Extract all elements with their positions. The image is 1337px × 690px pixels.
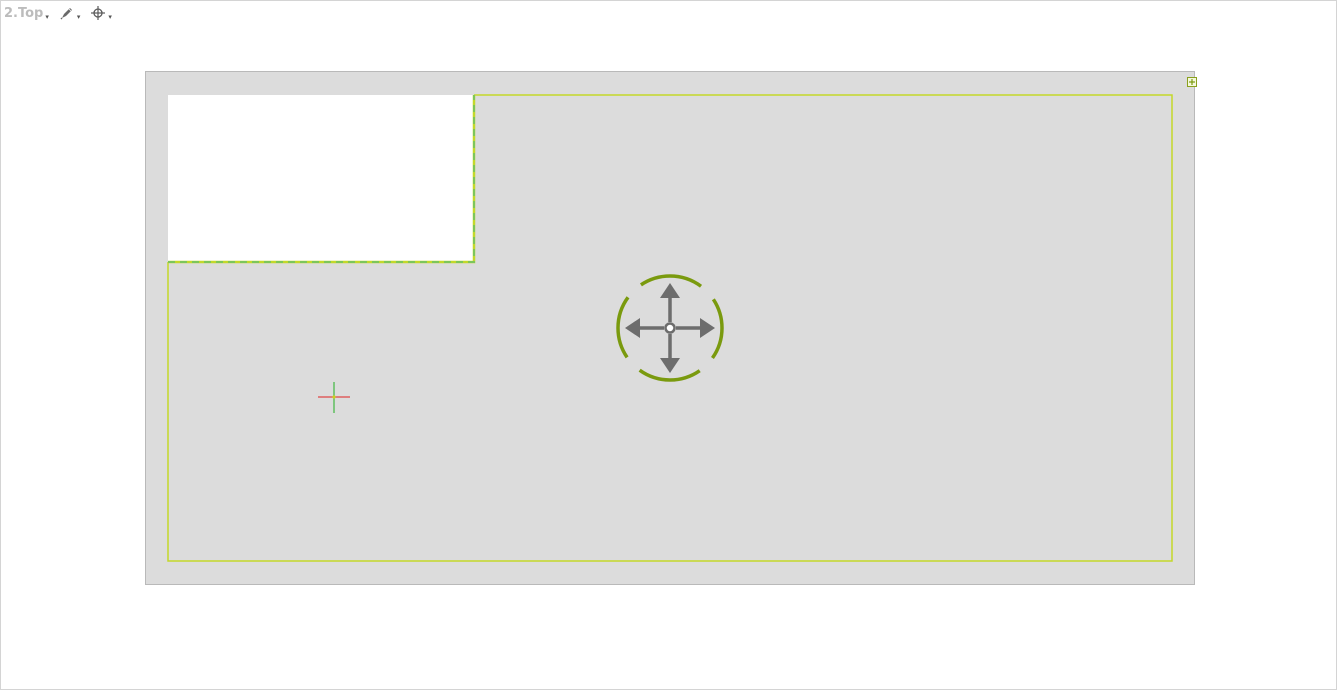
cutout-region [168, 95, 474, 262]
move-gizmo[interactable] [614, 272, 726, 384]
origin-crosshair-icon [317, 381, 351, 415]
move-arrows-icon [616, 274, 724, 382]
